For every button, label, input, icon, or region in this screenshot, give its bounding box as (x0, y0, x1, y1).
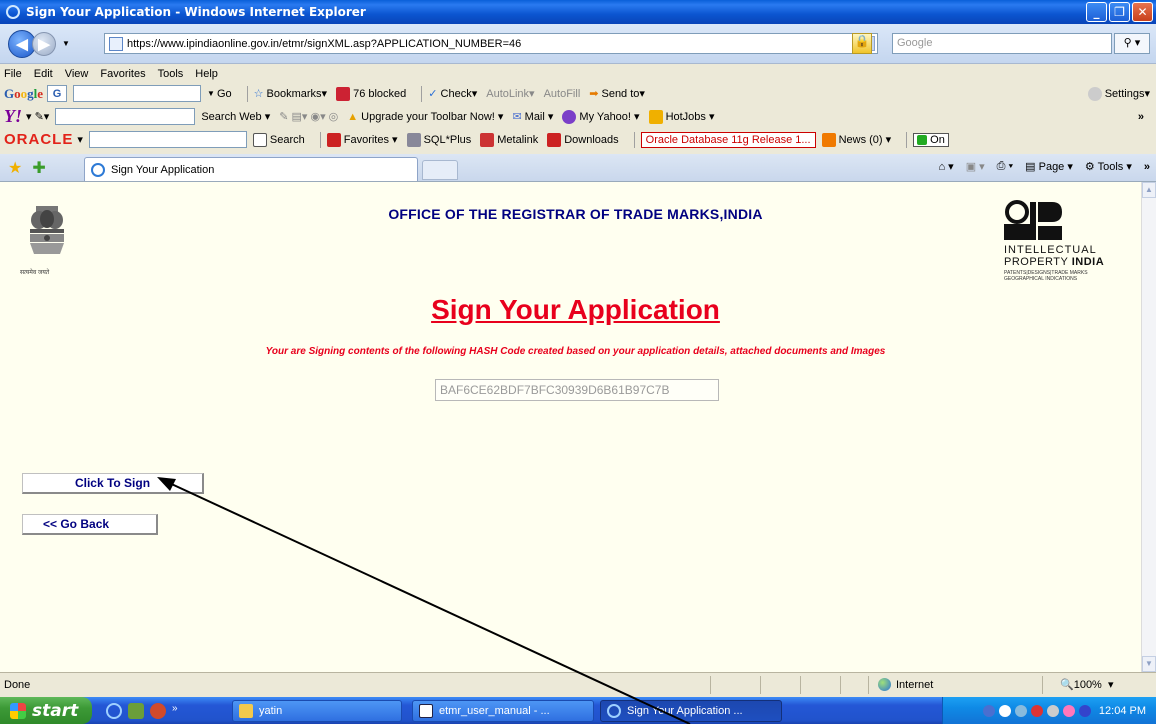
restore-button[interactable]: ❐ (1109, 2, 1130, 22)
popup-blocked-button[interactable]: 76 blocked (336, 86, 406, 101)
oracle-favorites-button[interactable]: Favorites ▾ (326, 132, 398, 147)
menu-file[interactable]: File (4, 68, 22, 80)
search-web-button[interactable]: Search Web ▾ (201, 110, 270, 124)
my-yahoo-button[interactable]: My Yahoo! ▾ (562, 109, 640, 124)
scroll-up-icon[interactable]: ▲ (1142, 182, 1156, 198)
yahoo-search-input[interactable] (55, 108, 196, 125)
page-menu[interactable]: ▤ Page ▾ (1025, 160, 1073, 173)
logo-line3: PATENTS|DESIGNS|TRADE MARKS GEOGRAPHICAL… (1004, 270, 1088, 282)
office-title: OFFICE OF THE REGISTRAR OF TRADE MARKS,I… (388, 206, 763, 222)
signing-instruction-text: Your are Signing contents of the followi… (265, 346, 886, 357)
send-to-button[interactable]: ➡ Send to ▾ (589, 87, 645, 101)
google-logo: Google (4, 85, 44, 101)
menu-help[interactable]: Help (195, 68, 218, 80)
hash-code-field[interactable]: BAF6CE62BDF7BFC30939D6B61B97C7B (435, 379, 719, 401)
autolink-button[interactable]: AutoLink ▾ (486, 87, 534, 101)
oracle-search-button[interactable]: Search (252, 132, 305, 147)
ie-quicklaunch-icon[interactable] (106, 702, 122, 719)
system-tray: 12:04 PM (942, 697, 1156, 724)
page-content: सत्यमेव जयते OFFICE OF THE REGISTRAR OF … (0, 182, 1141, 672)
menu-bar: File Edit View Favorites Tools Help (0, 64, 1156, 83)
hotjobs-button[interactable]: HotJobs ▾ (648, 109, 715, 124)
google-go-button[interactable]: ▼ Go (207, 88, 232, 100)
on-toggle[interactable]: On (913, 132, 949, 147)
quicklaunch-icon-2[interactable] (128, 702, 144, 719)
new-tab-button[interactable] (422, 160, 458, 180)
address-toolbar: ◀ ▶ ▼ https://www.ipindiaonline.gov.in/e… (0, 24, 1156, 64)
search-input[interactable]: Google (892, 33, 1112, 54)
settings-button[interactable]: Settings ▾ (1087, 86, 1150, 101)
url-field[interactable]: https://www.ipindiaonline.gov.in/etmr/si… (104, 33, 878, 54)
internet-globe-icon (878, 678, 891, 691)
start-button[interactable]: start (0, 697, 92, 724)
yahoo-toolbar: Y! ▾ ✎▾ Search Web ▾ ✎ ▤▾ ◉▾ ◎ ▲ Upgrade … (0, 106, 1156, 127)
ie-page-icon (91, 162, 105, 177)
taskbar-button-word[interactable]: etmr_user_manual - ... (412, 700, 594, 722)
yahoo-logo[interactable]: Y! (4, 106, 22, 127)
taskbar-button-ie[interactable]: Sign Your Application ... (600, 700, 782, 722)
ip-india-logo: INTELLECTUAL PROPERTY INDIA PATENTS|DESI… (1004, 200, 1126, 290)
tab-sign-your-application[interactable]: Sign Your Application (84, 157, 418, 181)
feeds-icon[interactable]: ▣ ▾ (966, 160, 985, 173)
status-bar: Done Internet 🔍100% ▾ (0, 672, 1156, 697)
sqlplus-button[interactable]: SQL*Plus (406, 132, 471, 147)
metalink-button[interactable]: Metalink (480, 132, 538, 147)
clock: 12:04 PM (1098, 704, 1146, 717)
print-icon[interactable]: ⎙ ▾ (997, 160, 1013, 173)
oracle-search-input[interactable] (88, 131, 247, 148)
window-title-bar[interactable]: Sign Your Application - Windows Internet… (0, 0, 1156, 24)
vertical-scrollbar[interactable]: ▲ ▼ (1141, 182, 1156, 672)
quicklaunch-icon-3[interactable] (150, 702, 166, 719)
toolbar-overflow-button[interactable]: » (1138, 111, 1144, 123)
menu-view[interactable]: View (65, 68, 89, 80)
url-text: https://www.ipindiaonline.gov.in/etmr/si… (127, 37, 522, 50)
logo-line1: INTELLECTUAL (1004, 244, 1097, 256)
bookmarks-button[interactable]: ☆ Bookmarks ▾ (254, 87, 327, 101)
window-title: Sign Your Application - Windows Internet… (26, 5, 366, 19)
taskbar-button-folder[interactable]: yatin (232, 700, 402, 722)
oracle-logo[interactable]: ORACLE (4, 131, 73, 148)
security-zone[interactable]: Internet (878, 678, 933, 691)
tab-row: ★ ✚ Sign Your Application ⌂ ▾ ▣ ▾ ⎙ ▾ ▤ … (0, 154, 1156, 182)
google-g-dropdown[interactable]: G (47, 85, 68, 102)
history-dropdown-icon[interactable]: ▼ (62, 39, 70, 48)
page-icon (109, 36, 123, 51)
go-back-button[interactable]: << Go Back (22, 514, 158, 535)
mail-button[interactable]: ✉ Mail ▾ (512, 110, 553, 124)
page-heading: Sign Your Application (431, 294, 720, 325)
google-search-input[interactable] (73, 85, 202, 102)
home-icon[interactable]: ⌂ ▾ (938, 160, 953, 173)
add-favorite-icon[interactable]: ✚ (32, 158, 45, 178)
menu-edit[interactable]: Edit (34, 68, 53, 80)
autofill-button[interactable]: AutoFill (544, 88, 581, 100)
scroll-down-icon[interactable]: ▼ (1142, 656, 1156, 672)
zoom-level[interactable]: 🔍100% ▾ (1060, 678, 1113, 691)
ip-india-logo-icon (1004, 200, 1062, 240)
click-to-sign-button[interactable]: Click To Sign (22, 473, 204, 494)
upgrade-toolbar-link[interactable]: ▲ Upgrade your Toolbar Now! ▾ (347, 110, 503, 124)
oracle-news-ticker[interactable]: Oracle Database 11g Release 1... (640, 131, 816, 148)
windows-flag-icon (10, 702, 26, 719)
oracle-toolbar: ORACLE ▾ Search Favorites ▾ SQL*Plus Met… (0, 129, 1156, 150)
forward-nav-button[interactable]: ▶ (32, 31, 56, 56)
emblem-caption: सत्यमेव जयते (20, 270, 50, 276)
news-button[interactable]: News (0) ▾ (821, 132, 891, 147)
command-bar: ⌂ ▾ ▣ ▾ ⎙ ▾ ▤ Page ▾ ⚙ Tools ▾ » (938, 160, 1150, 173)
quick-launch: » (106, 702, 178, 719)
spellcheck-button[interactable]: ✓ Check ▾ (428, 87, 477, 101)
logo-line2: PROPERTY INDIA (1004, 256, 1105, 268)
status-text: Done (4, 679, 31, 691)
search-icon[interactable]: ⚲ ▾ (1114, 33, 1150, 54)
favorites-star-icon[interactable]: ★ (8, 158, 22, 178)
lock-icon[interactable]: 🔒 (852, 33, 872, 54)
minimize-button[interactable]: _ (1086, 2, 1107, 22)
close-button[interactable]: ✕ (1132, 2, 1153, 22)
taskbar: start » yatin etmr_user_manual - ... Sig… (0, 697, 1156, 724)
google-toolbar: Google G ▼ Go ☆ Bookmarks ▾ 76 blocked ✓ Che… (0, 83, 1156, 104)
menu-favorites[interactable]: Favorites (100, 68, 145, 80)
ie-logo-icon (6, 5, 20, 19)
menu-tools[interactable]: Tools (158, 68, 184, 80)
tools-menu[interactable]: ⚙ Tools ▾ (1085, 160, 1132, 173)
downloads-button[interactable]: Downloads (547, 132, 619, 147)
